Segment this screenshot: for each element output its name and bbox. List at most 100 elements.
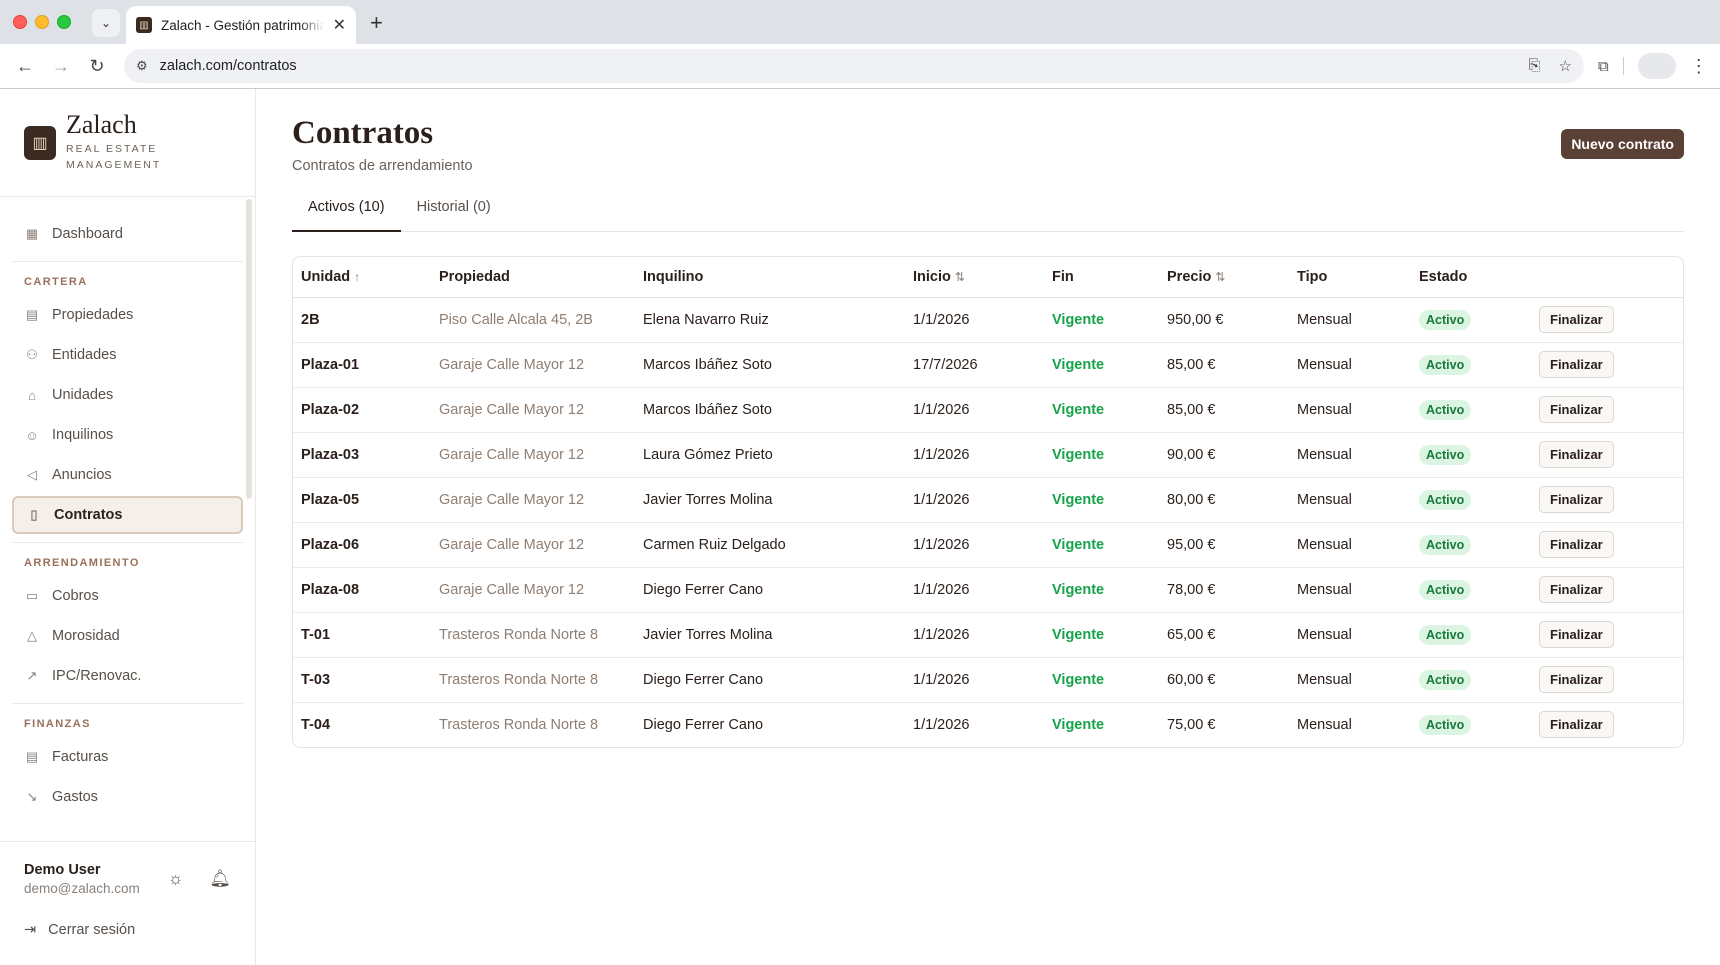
status-cell: Activo xyxy=(1411,657,1531,703)
sidebar-item-label: Gastos xyxy=(52,789,98,805)
install-app-icon[interactable]: ⎘ xyxy=(1529,57,1541,75)
favicon-icon: ▥ xyxy=(136,17,152,33)
logout-button[interactable]: ⇥ Cerrar sesión xyxy=(24,922,231,938)
property-link[interactable]: Piso Calle Alcala 45, 2B xyxy=(431,297,635,343)
table-row[interactable]: Plaza-05 Garaje Calle Mayor 12 Javier Torr… xyxy=(293,477,1683,523)
back-button[interactable]: ← xyxy=(10,51,40,81)
sidebar-item-morosidad[interactable]: △ Morosidad xyxy=(12,617,243,655)
extensions-icon[interactable]: ⧉ xyxy=(1598,58,1609,75)
table-header-row: Unidad ↑ Propiedad Inquilino Inicio ⇅ Fin … xyxy=(293,257,1683,298)
finalizar-button[interactable]: Finalizar xyxy=(1539,621,1614,648)
bookmark-star-icon[interactable]: ☆ xyxy=(1559,57,1572,75)
sidebar-item-gastos[interactable]: ↘ Gastos xyxy=(12,778,243,816)
finalizar-button[interactable]: Finalizar xyxy=(1539,396,1614,423)
price-cell: 60,00 € xyxy=(1159,657,1289,703)
actions-cell: Finalizar xyxy=(1531,702,1683,747)
finalizar-button[interactable]: Finalizar xyxy=(1539,711,1614,739)
table-row[interactable]: Plaza-02 Garaje Calle Mayor 12 Marcos Ibáñ… xyxy=(293,387,1683,433)
col-unidad[interactable]: Unidad ↑ xyxy=(293,257,431,298)
price-cell: 65,00 € xyxy=(1159,612,1289,658)
tab-search-button[interactable]: ⌄ xyxy=(92,9,120,37)
site-info-icon[interactable]: ⚙ xyxy=(136,58,148,74)
new-contract-button[interactable]: Nuevo contrato xyxy=(1561,129,1684,159)
property-link[interactable]: Garaje Calle Mayor 12 xyxy=(431,567,635,613)
sort-asc-icon: ↑ xyxy=(354,269,361,284)
table-row[interactable]: Plaza-01 Garaje Calle Mayor 12 Marcos Ibáñ… xyxy=(293,342,1683,388)
notifications-bell-icon[interactable]: 🔔︎ xyxy=(209,869,231,889)
sidebar-item-entidades[interactable]: ⚇ Entidades xyxy=(12,336,243,374)
table-row[interactable]: Plaza-03 Garaje Calle Mayor 12 Laura Gómez… xyxy=(293,432,1683,478)
finalizar-button[interactable]: Finalizar xyxy=(1539,306,1614,333)
property-link[interactable]: Trasteros Ronda Norte 8 xyxy=(431,612,635,658)
finalizar-button[interactable]: Finalizar xyxy=(1539,441,1614,468)
address-bar[interactable]: ⚙ zalach.com/contratos ⎘ ☆ xyxy=(124,49,1584,83)
finalizar-button[interactable]: Finalizar xyxy=(1539,576,1614,603)
table-row[interactable]: T-01 Trasteros Ronda Norte 8 Javier Torres… xyxy=(293,612,1683,658)
actions-cell: Finalizar xyxy=(1531,297,1683,343)
sidebar-item-contratos[interactable]: ▯ Contratos xyxy=(12,496,243,534)
url-text[interactable]: zalach.com/contratos xyxy=(160,58,1517,74)
divider xyxy=(12,703,243,704)
sidebar-scrollbar[interactable] xyxy=(246,199,252,499)
sidebar-item-anuncios[interactable]: ◁ Anuncios xyxy=(12,456,243,494)
maximize-window-button[interactable] xyxy=(57,15,71,29)
logout-label: Cerrar sesión xyxy=(48,922,136,938)
close-window-button[interactable] xyxy=(13,15,27,29)
close-tab-icon[interactable]: ✕ xyxy=(333,15,346,35)
reload-button[interactable]: ↻ xyxy=(82,51,112,81)
minimize-window-button[interactable] xyxy=(35,15,49,29)
type-cell: Mensual xyxy=(1289,612,1411,658)
receipt-icon: ▤ xyxy=(25,749,39,764)
start-date-cell: 1/1/2026 xyxy=(905,567,1044,613)
sidebar-item-inquilinos[interactable]: ☺ Inquilinos xyxy=(12,416,243,454)
brand: ▥ Zalach REAL ESTATE MANAGEMENT xyxy=(0,89,255,197)
browser-tab[interactable]: ▥ Zalach - Gestión patrimonial ✕ xyxy=(126,6,356,44)
forward-button[interactable]: → xyxy=(46,51,76,81)
table-row[interactable]: 2B Piso Calle Alcala 45, 2B Elena Navarro … xyxy=(293,297,1683,343)
status-badge: Activo xyxy=(1419,714,1472,735)
table-row[interactable]: Plaza-06 Garaje Calle Mayor 12 Carmen Ruiz… xyxy=(293,522,1683,568)
theme-toggle-sun-icon[interactable]: ☼ xyxy=(168,869,184,889)
unit-cell: Plaza-01 xyxy=(293,342,431,388)
brand-name: Zalach xyxy=(66,110,137,140)
status-badge: Activo xyxy=(1419,669,1472,690)
col-precio[interactable]: Precio ⇅ xyxy=(1159,257,1289,298)
property-link[interactable]: Garaje Calle Mayor 12 xyxy=(431,387,635,433)
tab-title: Zalach - Gestión patrimonial xyxy=(161,17,324,33)
property-link[interactable]: Trasteros Ronda Norte 8 xyxy=(431,702,635,747)
tenant-cell: Diego Ferrer Cano xyxy=(635,567,905,613)
tab-activos[interactable]: Activos (10) xyxy=(292,199,401,232)
table-row[interactable]: Plaza-08 Garaje Calle Mayor 12 Diego Ferre… xyxy=(293,567,1683,613)
property-link[interactable]: Garaje Calle Mayor 12 xyxy=(431,477,635,523)
browser-menu-icon[interactable]: ⋮ xyxy=(1690,56,1708,77)
property-link[interactable]: Garaje Calle Mayor 12 xyxy=(431,342,635,388)
profile-avatar[interactable] xyxy=(1637,53,1676,79)
finalizar-button[interactable]: Finalizar xyxy=(1539,486,1614,513)
actions-cell: Finalizar xyxy=(1531,522,1683,568)
property-link[interactable]: Trasteros Ronda Norte 8 xyxy=(431,657,635,703)
new-tab-button[interactable]: + xyxy=(370,10,383,36)
price-cell: 75,00 € xyxy=(1167,716,1216,733)
sidebar-item-facturas[interactable]: ▤ Facturas xyxy=(12,738,243,776)
finalizar-button[interactable]: Finalizar xyxy=(1539,351,1614,378)
type-cell: Mensual xyxy=(1289,297,1411,343)
end-status-cell: Vigente xyxy=(1044,297,1159,343)
property-link[interactable]: Garaje Calle Mayor 12 xyxy=(431,522,635,568)
end-status-cell: Vigente xyxy=(1044,612,1159,658)
credit-card-icon: ▭ xyxy=(25,588,39,603)
table-row[interactable]: T-04 Trasteros Ronda Norte 8 Diego Ferrer … xyxy=(293,702,1683,747)
property-link[interactable]: Garaje Calle Mayor 12 xyxy=(431,432,635,478)
finalizar-button[interactable]: Finalizar xyxy=(1539,531,1614,558)
users-icon: ☺ xyxy=(25,427,39,443)
sidebar-item-ipc[interactable]: ↗ IPC/Renovac. xyxy=(12,657,243,695)
sidebar-item-unidades[interactable]: ⌂ Unidades xyxy=(12,376,243,414)
finalizar-button[interactable]: Finalizar xyxy=(1539,666,1614,693)
end-status-cell: Vigente xyxy=(1044,477,1159,523)
sidebar-item-cobros[interactable]: ▭ Cobros xyxy=(12,577,243,615)
tab-historial[interactable]: Historial (0) xyxy=(401,199,507,232)
col-inicio[interactable]: Inicio ⇅ xyxy=(905,257,1044,298)
sidebar-item-propiedades[interactable]: ▤ Propiedades xyxy=(12,296,243,334)
table-row[interactable]: T-03 Trasteros Ronda Norte 8 Diego Ferrer … xyxy=(293,657,1683,703)
megaphone-icon: ◁ xyxy=(27,467,37,482)
sidebar-item-dashboard[interactable]: ▦ Dashboard xyxy=(12,215,243,253)
